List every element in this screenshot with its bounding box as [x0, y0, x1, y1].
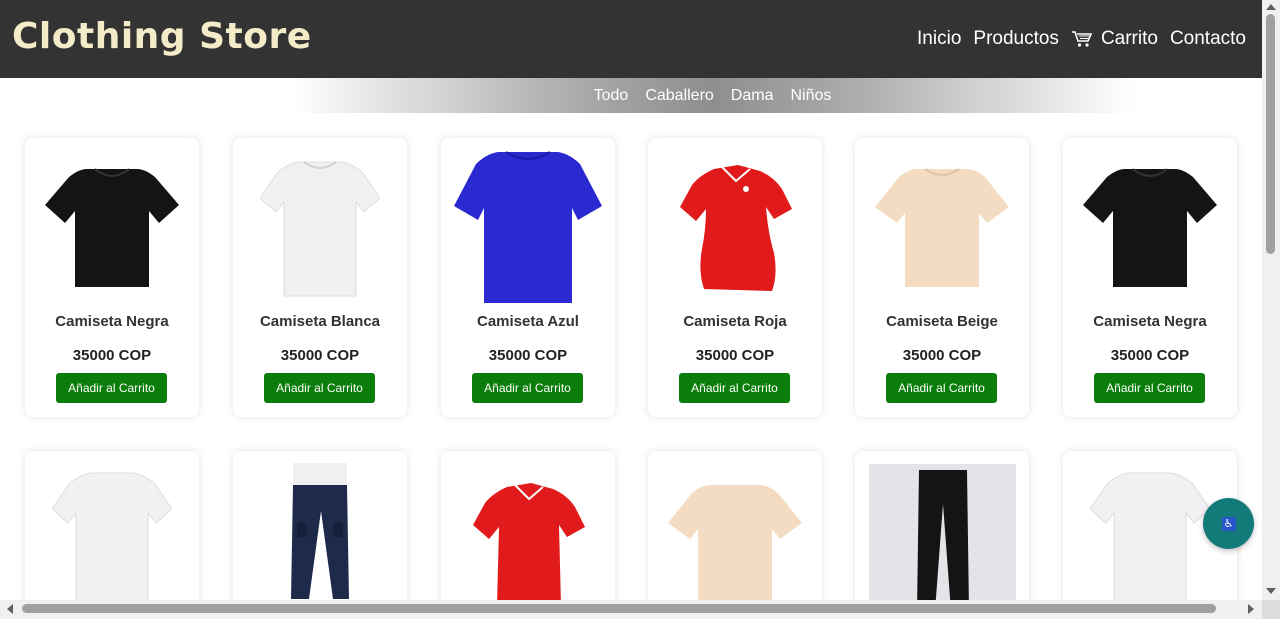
white-tshirt-icon[interactable]	[1075, 469, 1225, 609]
product-card: Camiseta Negra 35000 COP Añadir al Carri…	[1063, 138, 1237, 417]
product-name: Camiseta Roja	[683, 313, 787, 330]
nav-inicio[interactable]: Inicio	[917, 28, 961, 50]
beige-tshirt-icon[interactable]	[660, 473, 810, 613]
scroll-left-arrow-icon[interactable]	[7, 604, 13, 614]
add-to-cart-button[interactable]: Añadir al Carrito	[1094, 373, 1205, 403]
product-name: Camiseta Beige	[886, 313, 998, 330]
product-price: 35000 COP	[280, 347, 360, 364]
nav-contacto[interactable]: Contacto	[1170, 28, 1246, 50]
nav-productos[interactable]: Productos	[973, 28, 1059, 50]
scroll-up-arrow-icon[interactable]	[1266, 4, 1276, 10]
add-to-cart-button[interactable]: Añadir al Carrito	[679, 373, 790, 403]
product-price: 35000 COP	[488, 347, 568, 364]
scrollbar-corner	[1262, 600, 1280, 619]
product-card	[441, 451, 615, 611]
add-to-cart-button[interactable]: Añadir al Carrito	[264, 373, 375, 403]
product-price: 35000 COP	[72, 347, 152, 364]
accessibility-icon: ♿	[1221, 516, 1236, 531]
product-card: Camiseta Negra 35000 COP Añadir al Carri…	[25, 138, 199, 417]
main-nav: Inicio Productos Carrito Contacto	[917, 28, 1246, 50]
add-to-cart-button[interactable]: Añadir al Carrito	[886, 373, 997, 403]
filter-todo[interactable]: Todo	[594, 87, 629, 105]
product-card	[233, 451, 407, 611]
product-name: Camiseta Blanca	[259, 313, 381, 330]
red-polo-icon[interactable]	[660, 150, 810, 305]
black-jeans-icon[interactable]	[869, 464, 1016, 611]
product-name: Camiseta Negra	[1093, 313, 1207, 330]
category-filter-bar: Todo Caballero Dama Niños	[290, 78, 1135, 113]
add-to-cart-button[interactable]: Añadir al Carrito	[472, 373, 583, 403]
beige-tshirt-icon[interactable]	[867, 150, 1017, 305]
filter-caballero[interactable]: Caballero	[645, 87, 713, 105]
add-to-cart-button[interactable]: Añadir al Carrito	[56, 373, 167, 403]
white-tshirt-icon[interactable]	[37, 469, 187, 609]
product-card: Camiseta Roja 35000 COP Añadir al Carrit…	[648, 138, 822, 417]
filter-ninos[interactable]: Niños	[790, 87, 831, 105]
product-price: 35000 COP	[695, 347, 775, 364]
brand-logo[interactable]: Clothing Store	[12, 16, 312, 57]
accessibility-button[interactable]: ♿	[1203, 498, 1254, 549]
product-card	[855, 451, 1029, 611]
product-card	[648, 451, 822, 611]
blue-tshirt-icon[interactable]	[453, 150, 603, 305]
product-card: Camiseta Azul 35000 COP Añadir al Carrit…	[441, 138, 615, 417]
scroll-right-arrow-icon[interactable]	[1248, 604, 1254, 614]
product-card	[25, 451, 199, 611]
nav-carrito-label: Carrito	[1100, 28, 1158, 49]
product-price: 35000 COP	[1110, 347, 1190, 364]
cargo-pants-icon[interactable]	[245, 463, 395, 603]
nav-carrito[interactable]: Carrito	[1071, 28, 1158, 50]
red-polo-icon[interactable]	[453, 473, 603, 613]
horizontal-scrollbar[interactable]	[0, 600, 1262, 619]
product-card: Camiseta Blanca 35000 COP Añadir al Carr…	[233, 138, 407, 417]
cart-icon	[1071, 31, 1093, 47]
filter-dama[interactable]: Dama	[731, 87, 774, 105]
black-tshirt-icon[interactable]	[37, 150, 187, 305]
black-tshirt-icon[interactable]	[1075, 150, 1225, 305]
product-name: Camiseta Negra	[55, 313, 169, 330]
horizontal-scroll-thumb[interactable]	[22, 604, 1216, 613]
product-card: Camiseta Beige 35000 COP Añadir al Carri…	[855, 138, 1029, 417]
scroll-down-arrow-icon[interactable]	[1266, 588, 1276, 594]
product-name: Camiseta Azul	[477, 313, 579, 330]
vertical-scroll-thumb[interactable]	[1266, 14, 1275, 254]
site-header: Clothing Store Inicio Productos Carrito …	[0, 0, 1262, 78]
product-price: 35000 COP	[902, 347, 982, 364]
white-tshirt-icon[interactable]	[245, 150, 395, 305]
vertical-scrollbar[interactable]	[1262, 0, 1280, 600]
